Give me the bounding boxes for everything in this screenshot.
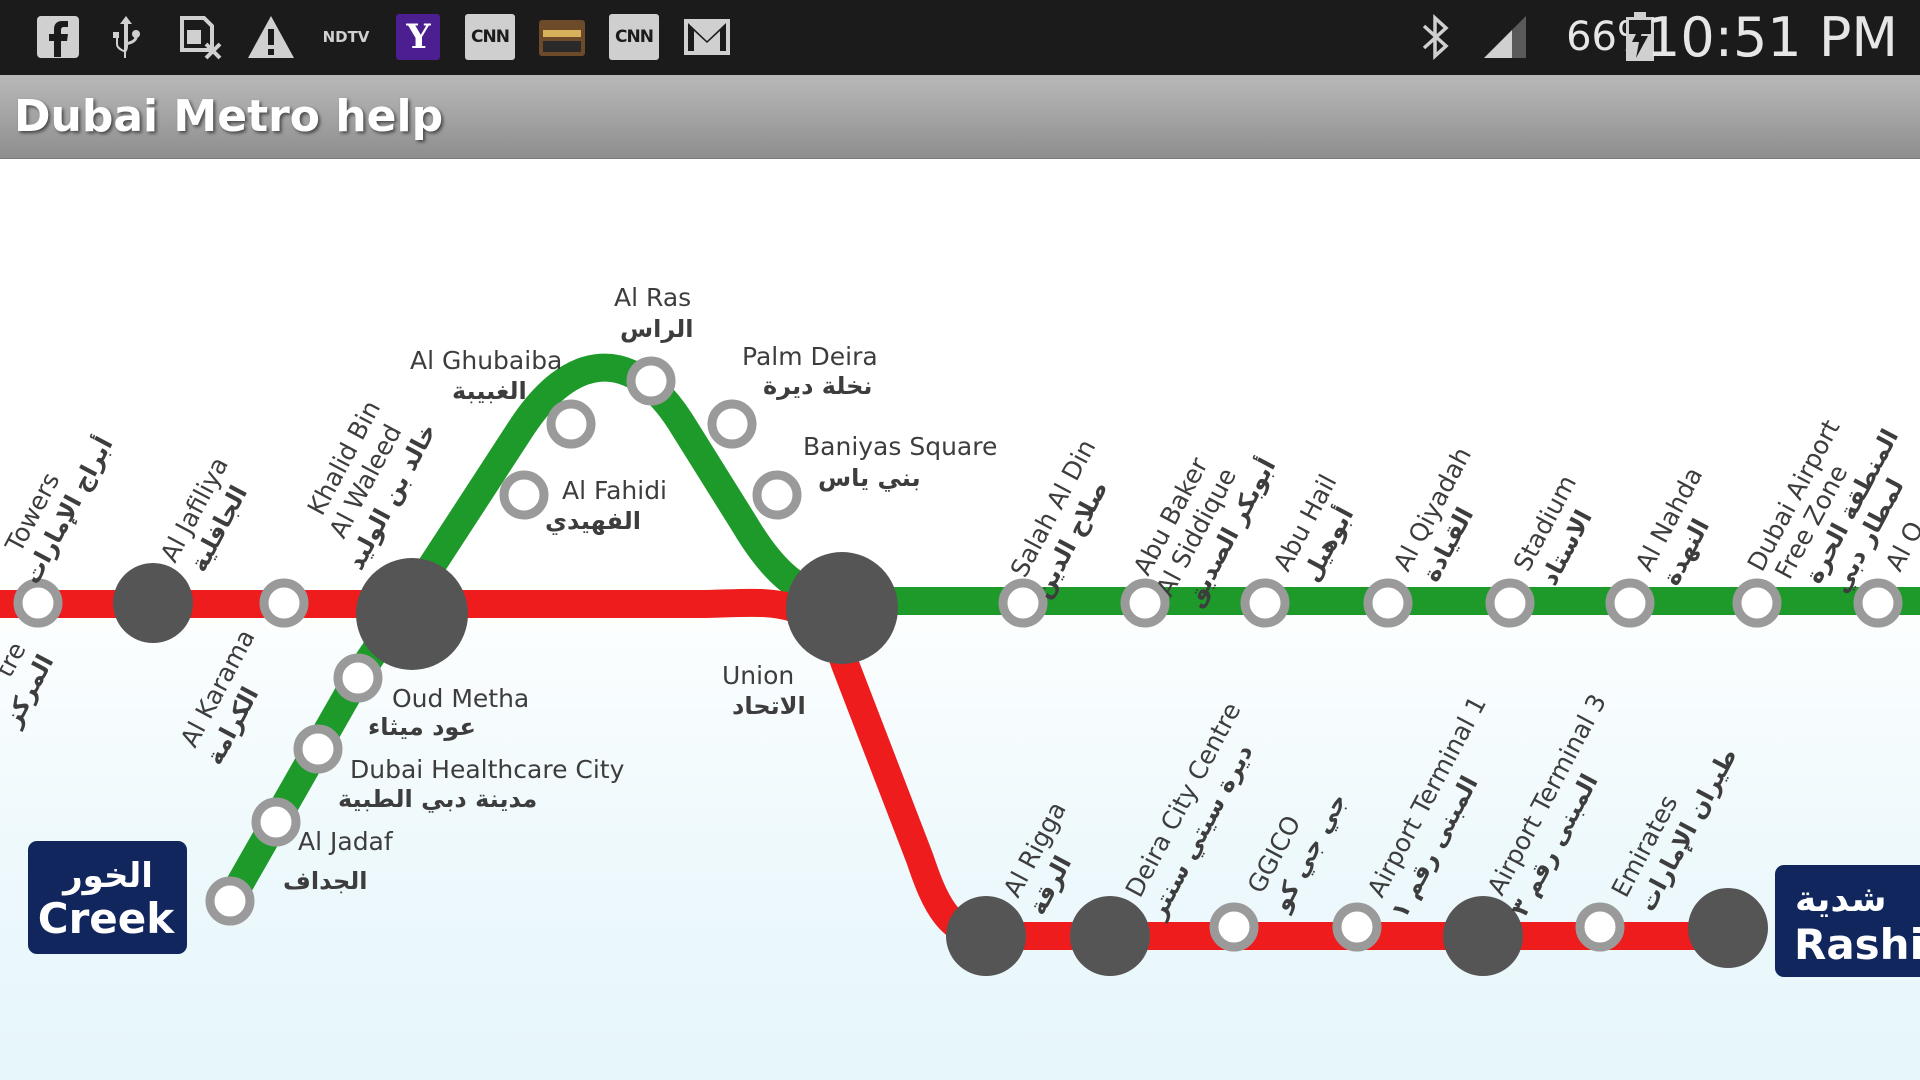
station-al-ghubaiba[interactable] — [546, 399, 596, 449]
label-baniyas-square: Baniyas Square — [803, 432, 997, 461]
station-oud-metha[interactable] — [333, 653, 383, 703]
sim-card-icon — [178, 14, 224, 60]
label-oud-metha-ar: عود ميثاء — [368, 713, 476, 741]
station-al-jafiliya[interactable] — [113, 563, 193, 643]
station-dubai-healthcare-city[interactable] — [293, 724, 343, 774]
action-bar: Dubai Metro help — [0, 75, 1920, 159]
label-dhcc-ar: مدينة دبي الطبية — [338, 785, 537, 813]
station-stadium[interactable] — [1485, 578, 1535, 628]
label-dhcc: Dubai Healthcare City — [350, 755, 625, 784]
metro-map-svg: Al Ras الراس Al Ghubaiba الغبيبة Palm De… — [0, 283, 1920, 977]
clock: 10:51 PM — [1646, 6, 1898, 69]
label-al-ghubaiba-ar: الغبيبة — [452, 377, 527, 405]
ndtv-icon: NDTV — [318, 14, 374, 60]
gmail-icon — [682, 14, 732, 60]
facebook-icon — [35, 14, 81, 60]
rashidiya-badge: شدية Rashid — [1775, 865, 1920, 977]
yahoo-label: Y — [406, 17, 430, 57]
station-baniyas-square[interactable] — [752, 470, 802, 520]
status-bar: NDTV Y CNN CNN 66% 10:51 PM — [0, 0, 1920, 75]
station-airport-terminal-3[interactable] — [1332, 902, 1382, 952]
kaaba-icon — [537, 14, 587, 60]
station-abu-hail[interactable] — [1240, 578, 1290, 628]
station-al-jadaf-2[interactable] — [205, 876, 255, 926]
usb-icon — [106, 14, 146, 60]
station-al-karama[interactable] — [259, 578, 309, 628]
station-al-q[interactable] — [1853, 578, 1903, 628]
station-al-qiyadah[interactable] — [1363, 578, 1413, 628]
station-al-jadaf-1[interactable] — [251, 797, 301, 847]
creek-badge-ar: الخور — [61, 856, 153, 896]
station-al-ras[interactable] — [626, 356, 676, 406]
ndtv-label: NDTV — [322, 28, 370, 46]
label-palm-deira-ar: نخلة ديرة — [763, 372, 872, 400]
rashidiya-badge-ar: شدية — [1795, 879, 1887, 920]
app-title: Dubai Metro help — [14, 91, 444, 142]
label-palm-deira: Palm Deira — [742, 342, 878, 371]
label-al-ghubaiba: Al Ghubaiba — [410, 346, 562, 375]
label-union-ar: الاتحاد — [732, 692, 806, 720]
cnn-icon: CNN — [465, 14, 515, 60]
station-union[interactable] — [786, 552, 898, 664]
label-oud-metha: Oud Metha — [392, 684, 529, 713]
label-al-fahidi: Al Fahidi — [562, 476, 667, 505]
creek-badge: الخور Creek — [28, 841, 187, 954]
label-al-fahidi-ar: الفهيدي — [545, 507, 641, 535]
creek-badge-en: Creek — [38, 894, 176, 943]
station-ggico[interactable] — [1209, 902, 1259, 952]
station-palm-deira[interactable] — [707, 399, 757, 449]
label-al-ras: Al Ras — [614, 283, 691, 312]
yahoo-icon: Y — [396, 14, 440, 60]
station-deira-city-centre[interactable] — [1070, 896, 1150, 976]
station-dafz[interactable] — [1732, 578, 1782, 628]
signal-icon — [1480, 14, 1530, 60]
bluetooth-icon — [1416, 14, 1456, 60]
cnn-icon: CNN — [609, 14, 659, 60]
station-burjuman[interactable] — [356, 558, 468, 670]
label-al-ras-ar: الراس — [620, 315, 694, 343]
label-union: Union — [722, 661, 794, 690]
label-al-jadaf-ar: الجداف — [283, 867, 368, 895]
label-al-jadaf: Al Jadaf — [298, 827, 394, 856]
rashidiya-badge-en: Rashid — [1794, 920, 1920, 969]
warning-icon — [246, 14, 296, 60]
station-emirates[interactable] — [1575, 902, 1625, 952]
station-towers[interactable] — [13, 578, 63, 628]
metro-map[interactable]: Al Ras الراس Al Ghubaiba الغبيبة Palm De… — [0, 159, 1920, 1080]
label-baniyas-square-ar: بني ياس — [818, 464, 921, 492]
station-al-rigga[interactable] — [946, 896, 1026, 976]
station-al-nahda[interactable] — [1605, 578, 1655, 628]
station-al-fahidi[interactable] — [499, 470, 549, 520]
cnn-label-2: CNN — [615, 27, 654, 47]
station-rashidiya-end[interactable] — [1688, 888, 1768, 968]
cnn-label: CNN — [471, 27, 510, 47]
